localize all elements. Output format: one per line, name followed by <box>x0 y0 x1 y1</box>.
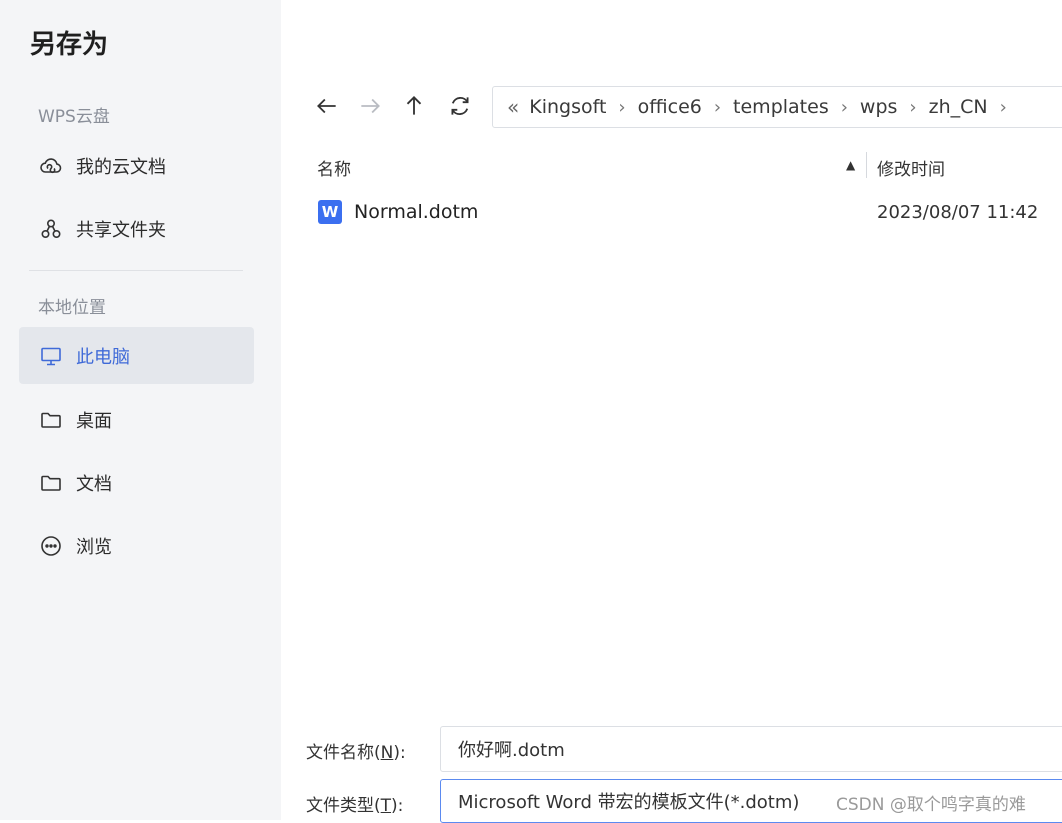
breadcrumb-item[interactable]: Kingsoft <box>529 96 606 118</box>
dialog-title: 另存为 <box>30 30 109 60</box>
filename-label-text: 文件名称 <box>306 743 374 763</box>
sidebar: 另存为 WPS云盘 我的云文档 共享文件夹 本地位置 此电脑 桌面 文档 浏览 <box>0 0 281 820</box>
section-label-local: 本地位置 <box>38 298 106 318</box>
arrow-left-icon <box>317 98 336 114</box>
column-header-modified[interactable]: 修改时间 <box>877 155 945 180</box>
filetype-mnemonic: T <box>380 796 392 816</box>
sidebar-divider <box>29 270 243 271</box>
sidebar-item-desktop[interactable]: 桌面 <box>19 391 254 448</box>
breadcrumb-item[interactable]: office6 <box>638 96 702 118</box>
chevron-right-icon[interactable]: › <box>618 97 625 118</box>
sidebar-item-label: 桌面 <box>76 410 112 432</box>
section-label-cloud: WPS云盘 <box>38 107 110 127</box>
column-header-name[interactable]: 名称 <box>317 155 351 180</box>
arrow-up-icon <box>406 96 422 115</box>
refresh-button[interactable] <box>444 90 476 122</box>
arrow-right-icon <box>361 98 380 114</box>
file-modified-date: 2023/08/07 11:42 <box>877 201 1039 223</box>
word-document-icon: W <box>318 200 342 224</box>
address-bar[interactable]: « Kingsoft › office6 › templates › wps ›… <box>492 86 1062 128</box>
chevron-right-icon[interactable]: › <box>714 97 721 118</box>
breadcrumb-item[interactable]: zh_CN <box>929 96 988 118</box>
column-divider[interactable] <box>866 152 867 178</box>
filetype-label-text: 文件类型 <box>306 796 374 816</box>
filename-value: 你好啊.dotm <box>458 740 565 761</box>
filetype-label: 文件类型(T): <box>306 796 404 816</box>
sidebar-item-browse[interactable]: 浏览 <box>19 517 254 574</box>
chevron-right-icon[interactable]: › <box>1000 97 1007 118</box>
chevron-right-icon[interactable]: › <box>841 97 848 118</box>
refresh-icon <box>451 96 469 116</box>
sidebar-item-label: 此电脑 <box>76 346 130 368</box>
sidebar-item-label: 文档 <box>76 473 112 495</box>
filename-mnemonic: N <box>380 743 394 763</box>
up-button[interactable] <box>398 90 430 122</box>
file-name: Normal.dotm <box>354 201 479 223</box>
sidebar-item-my-cloud-docs[interactable]: 我的云文档 <box>19 137 254 194</box>
breadcrumb-item[interactable]: templates <box>733 96 829 118</box>
back-button[interactable] <box>311 90 343 122</box>
folder-icon <box>38 407 64 433</box>
breadcrumb-item[interactable]: wps <box>860 96 898 118</box>
share-folder-icon <box>38 216 64 242</box>
folder-icon <box>38 470 64 496</box>
sidebar-item-label: 浏览 <box>76 536 112 558</box>
filetype-value: Microsoft Word 带宏的模板文件(*.dotm) <box>458 792 800 813</box>
forward-button[interactable] <box>354 90 386 122</box>
file-row[interactable]: W Normal.dotm 2023/08/07 11:42 <box>318 196 1062 228</box>
sidebar-item-label: 共享文件夹 <box>76 219 166 241</box>
filename-label: 文件名称(N): <box>306 743 406 763</box>
sort-ascending-icon[interactable]: ▲ <box>846 158 855 172</box>
sidebar-item-documents[interactable]: 文档 <box>19 454 254 511</box>
cloud-icon <box>38 153 64 179</box>
chevron-right-icon[interactable]: › <box>909 97 916 118</box>
sidebar-item-this-pc[interactable]: 此电脑 <box>19 327 254 384</box>
watermark: CSDN @取个鸣字真的难 <box>836 795 1026 815</box>
monitor-icon <box>38 343 64 369</box>
more-circle-icon <box>38 533 64 559</box>
sidebar-item-shared-folder[interactable]: 共享文件夹 <box>19 200 254 257</box>
breadcrumb-overflow-icon[interactable]: « <box>507 95 519 119</box>
filename-input[interactable]: 你好啊.dotm <box>440 726 1062 772</box>
sidebar-item-label: 我的云文档 <box>76 156 166 178</box>
